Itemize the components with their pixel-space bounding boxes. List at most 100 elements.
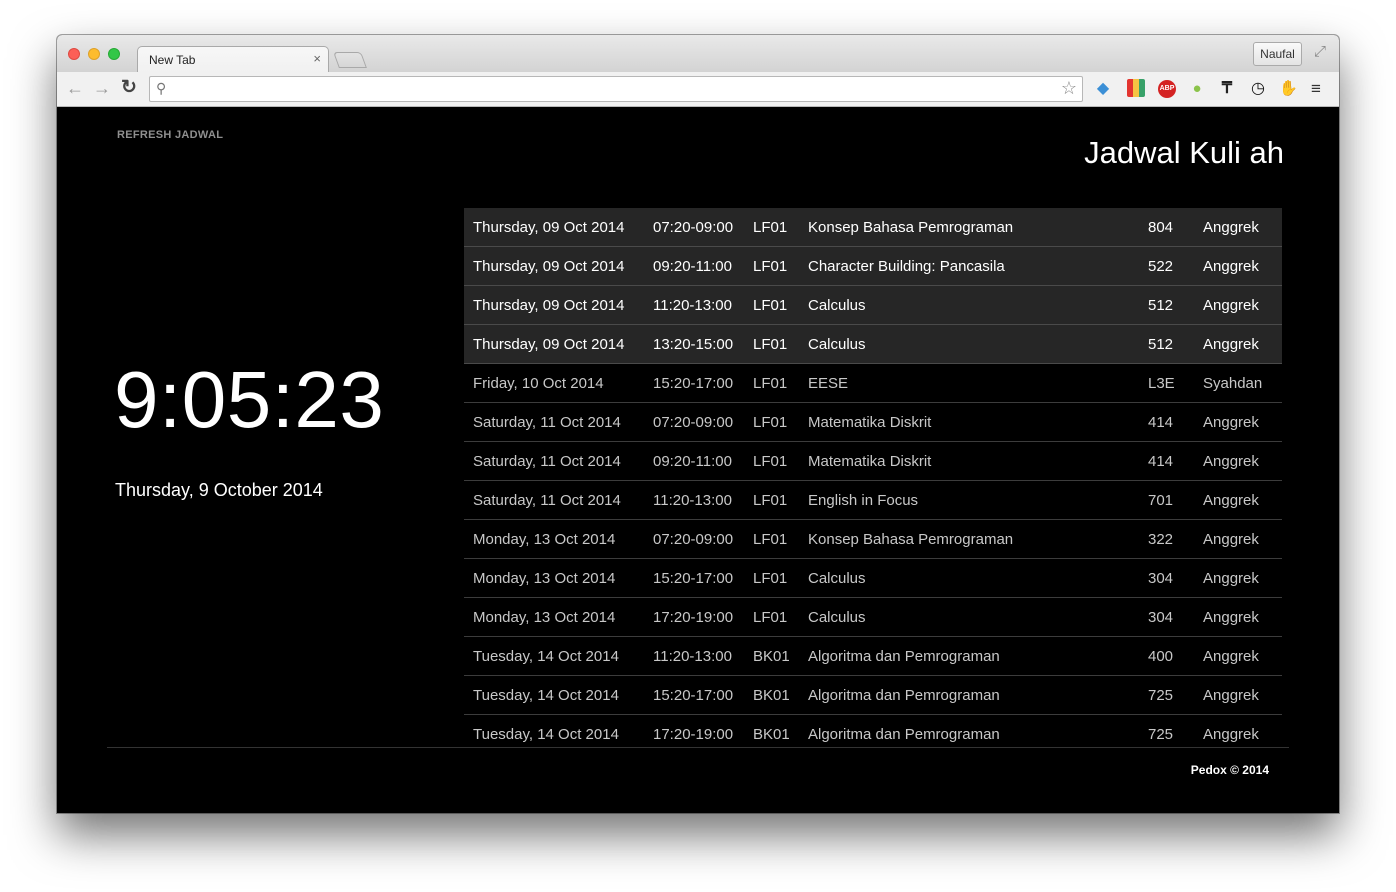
table-row: Tuesday, 14 Oct 2014 15:20-17:00 BK01 Algor… xyxy=(464,675,1282,715)
adblock-plus-icon[interactable]: ABP xyxy=(1158,80,1176,98)
schedule-class: LF01 xyxy=(753,285,808,325)
tree-extension-icon[interactable]: ₸ xyxy=(1218,80,1236,98)
minimize-window-button[interactable] xyxy=(88,48,100,60)
schedule-time: 13:20-15:00 xyxy=(653,324,753,364)
schedule-room: 304 xyxy=(1148,597,1203,637)
fullscreen-icon[interactable]: ⤢ xyxy=(1314,43,1326,60)
table-row: Saturday, 11 Oct 2014 11:20-13:00 LF01 Engl… xyxy=(464,480,1282,520)
schedule-building: Anggrek xyxy=(1203,675,1282,715)
schedule-time: 09:20-11:00 xyxy=(653,441,753,481)
schedule-course: English in Focus xyxy=(808,480,1148,520)
table-row: Monday, 13 Oct 2014 07:20-09:00 LF01 Konsep… xyxy=(464,519,1282,559)
page-title: Jadwal Kuli ah xyxy=(1084,135,1284,170)
schedule-time: 11:20-13:00 xyxy=(653,636,753,676)
clock-extension-icon[interactable]: ◷ xyxy=(1249,80,1267,98)
schedule-building: Anggrek xyxy=(1203,324,1282,364)
schedule-class: LF01 xyxy=(753,324,808,364)
schedule-date: Saturday, 11 Oct 2014 xyxy=(464,402,653,442)
schedule-course: Algoritma dan Pemrograman xyxy=(808,675,1148,715)
schedule-time: 11:20-13:00 xyxy=(653,480,753,520)
date-display: Thursday, 9 October 2014 xyxy=(115,480,323,500)
schedule-course: Konsep Bahasa Pemrograman xyxy=(808,208,1148,247)
schedule-building: Anggrek xyxy=(1203,208,1282,247)
maximize-window-button[interactable] xyxy=(108,48,120,60)
schedule-room: 322 xyxy=(1148,519,1203,559)
schedule-course: Calculus xyxy=(808,285,1148,325)
schedule-time: 07:20-09:00 xyxy=(653,402,753,442)
tab-close-icon[interactable]: × xyxy=(313,51,321,66)
menu-icon[interactable]: ≡ xyxy=(1311,79,1321,99)
reload-icon[interactable]: ↻ xyxy=(121,78,137,98)
tab-new-tab[interactable]: New Tab × xyxy=(137,46,329,72)
schedule-building: Syahdan xyxy=(1203,363,1282,403)
tab-title: New Tab xyxy=(149,53,196,67)
refresh-schedule-link[interactable]: REFRESH JADWAL xyxy=(117,129,223,141)
browser-toolbar: ← → ↻ ⚲ ☆ ◆ ABP ● ₸ ◷ ✋ ≡ xyxy=(57,72,1339,107)
table-row: Tuesday, 14 Oct 2014 11:20-13:00 BK01 Algor… xyxy=(464,636,1282,676)
schedule-class: LF01 xyxy=(753,402,808,442)
schedule-room: 522 xyxy=(1148,246,1203,286)
grid-extension-icon[interactable] xyxy=(1127,79,1145,97)
schedule-room: 304 xyxy=(1148,558,1203,598)
back-arrow-icon[interactable]: ← xyxy=(66,78,84,98)
schedule-room: 400 xyxy=(1148,636,1203,676)
schedule-time: 15:20-17:00 xyxy=(653,558,753,598)
schedule-time: 11:20-13:00 xyxy=(653,285,753,325)
schedule-room: 512 xyxy=(1148,324,1203,364)
schedule-room: 414 xyxy=(1148,402,1203,442)
schedule-building: Anggrek xyxy=(1203,480,1282,520)
schedule-room: 512 xyxy=(1148,285,1203,325)
hand-extension-icon[interactable]: ✋ xyxy=(1279,80,1298,98)
address-bar[interactable]: ⚲ ☆ xyxy=(149,76,1083,102)
schedule-course: Calculus xyxy=(808,324,1148,364)
schedule-room: 701 xyxy=(1148,480,1203,520)
schedule-building: Anggrek xyxy=(1203,597,1282,637)
schedule-building: Anggrek xyxy=(1203,558,1282,598)
schedule-class: LF01 xyxy=(753,558,808,598)
profile-button[interactable]: Naufal xyxy=(1253,42,1302,66)
schedule-class: BK01 xyxy=(753,636,808,676)
schedule-date: Thursday, 09 Oct 2014 xyxy=(464,285,653,325)
table-row: Monday, 13 Oct 2014 17:20-19:00 LF01 Calcul… xyxy=(464,597,1282,637)
schedule-building: Anggrek xyxy=(1203,246,1282,286)
close-window-button[interactable] xyxy=(68,48,80,60)
forward-arrow-icon[interactable]: → xyxy=(93,78,111,98)
schedule-class: LF01 xyxy=(753,441,808,481)
schedule-date: Thursday, 09 Oct 2014 xyxy=(464,208,653,247)
schedule-building: Anggrek xyxy=(1203,636,1282,676)
schedule-course: Calculus xyxy=(808,597,1148,637)
clock-display: 9:05:23 xyxy=(114,355,385,444)
fish-extension-icon[interactable]: ◆ xyxy=(1094,80,1112,98)
schedule-time: 17:20-19:00 xyxy=(653,597,753,637)
schedule-date: Monday, 13 Oct 2014 xyxy=(464,558,653,598)
browser-window: New Tab × Naufal ⤢ ← → ↻ ⚲ ☆ ◆ ABP ● ₸ ◷… xyxy=(57,35,1339,813)
table-row: Thursday, 09 Oct 2014 09:20-11:00 LF01 Char… xyxy=(464,246,1282,286)
android-icon[interactable]: ● xyxy=(1188,80,1206,98)
schedule-date: Saturday, 11 Oct 2014 xyxy=(464,480,653,520)
schedule-building: Anggrek xyxy=(1203,519,1282,559)
table-row: Friday, 10 Oct 2014 15:20-17:00 LF01 EESE L3… xyxy=(464,363,1282,403)
schedule-class: LF01 xyxy=(753,246,808,286)
new-tab-button[interactable] xyxy=(333,52,367,68)
schedule-class: LF01 xyxy=(753,363,808,403)
schedule-course: Konsep Bahasa Pemrograman xyxy=(808,519,1148,559)
schedule-time: 09:20-11:00 xyxy=(653,246,753,286)
schedule-course: Calculus xyxy=(808,558,1148,598)
schedule-date: Saturday, 11 Oct 2014 xyxy=(464,441,653,481)
bookmark-star-icon[interactable]: ☆ xyxy=(1061,78,1077,99)
schedule-course: Matematika Diskrit xyxy=(808,402,1148,442)
schedule-course: EESE xyxy=(808,363,1148,403)
schedule-class: BK01 xyxy=(753,675,808,715)
schedule-time: 15:20-17:00 xyxy=(653,675,753,715)
table-row: Saturday, 11 Oct 2014 09:20-11:00 LF01 Mate… xyxy=(464,441,1282,481)
schedule-date: Monday, 13 Oct 2014 xyxy=(464,597,653,637)
table-row: Thursday, 09 Oct 2014 11:20-13:00 LF01 Calc… xyxy=(464,285,1282,325)
page-content: REFRESH JADWAL Jadwal Kuli ah 9:05:23 Th… xyxy=(57,107,1339,813)
schedule-building: Anggrek xyxy=(1203,441,1282,481)
schedule-class: LF01 xyxy=(753,519,808,559)
table-row: Thursday, 09 Oct 2014 13:20-15:00 LF01 Calc… xyxy=(464,324,1282,364)
table-row: Monday, 13 Oct 2014 15:20-17:00 LF01 Calcul… xyxy=(464,558,1282,598)
schedule-class: LF01 xyxy=(753,597,808,637)
schedule-date: Monday, 13 Oct 2014 xyxy=(464,519,653,559)
schedule-room: L3E xyxy=(1148,363,1203,403)
